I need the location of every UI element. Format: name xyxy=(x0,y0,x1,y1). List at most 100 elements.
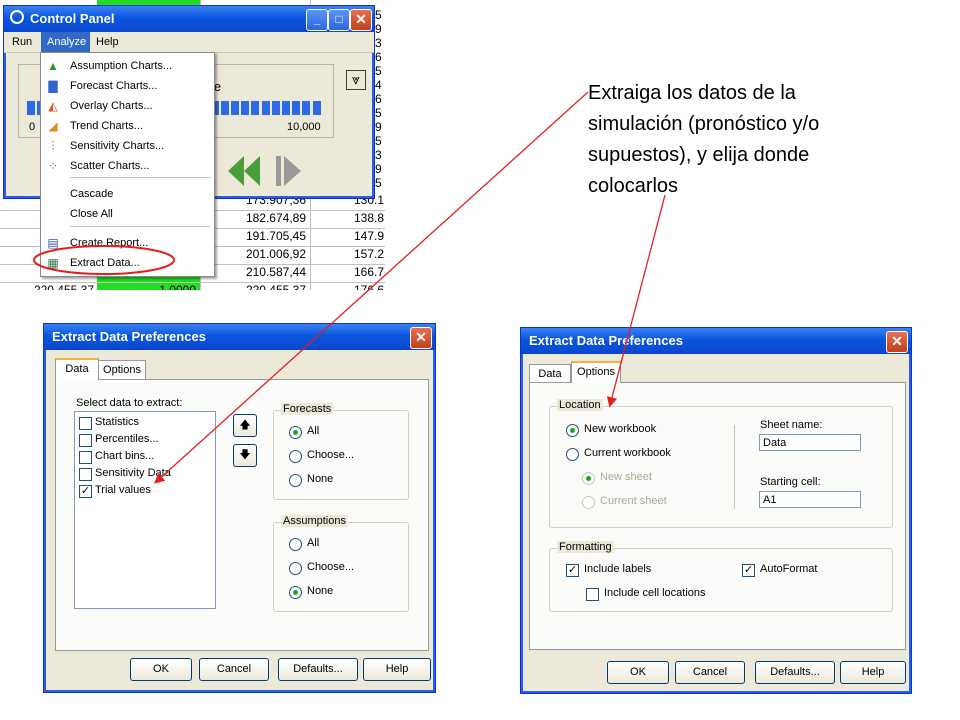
new-workbook-radio[interactable] xyxy=(566,424,579,437)
dialog-data-title: Extract Data Preferences xyxy=(52,329,206,344)
list-item-checkbox[interactable] xyxy=(79,451,92,464)
list-item-label: Chart bins... xyxy=(95,450,155,462)
menu-item-forecast-charts[interactable]: ▇ Forecast Charts... xyxy=(41,76,214,96)
minimize-icon[interactable]: _ xyxy=(306,9,328,31)
progress-segment xyxy=(27,101,35,115)
starting-cell-label: Starting cell: xyxy=(760,476,821,488)
radio-label: None xyxy=(307,473,334,485)
menu-analyze[interactable]: Analyze xyxy=(47,36,86,48)
progress-segment xyxy=(312,101,321,115)
expand-chevron-icon[interactable]: ⩔ xyxy=(346,70,366,90)
data-tab-panel: Select data to extract: Statistics Percen… xyxy=(55,379,429,651)
radio-label: Choose... xyxy=(307,449,355,461)
radio-choose[interactable] xyxy=(289,562,302,575)
menubar: Run Analyze Help xyxy=(4,32,374,53)
menu-separator xyxy=(70,177,210,178)
ok-button[interactable]: OK xyxy=(607,661,669,684)
table-cell: 9 xyxy=(375,120,382,134)
options-tab-panel: Location New workbook Current workbook N… xyxy=(529,382,906,650)
help-button[interactable]: Help xyxy=(840,661,906,684)
tab-data[interactable]: Data xyxy=(529,364,571,383)
menu-item-label: Trend Charts... xyxy=(70,120,143,132)
step-forward-icon[interactable] xyxy=(276,156,301,186)
cancel-button[interactable]: Cancel xyxy=(675,661,745,684)
menu-run[interactable]: Run xyxy=(12,36,32,48)
list-item-checkbox[interactable] xyxy=(79,434,92,447)
menu-item-scatter-charts[interactable]: ⁘ Scatter Charts... xyxy=(41,156,214,176)
defaults-button[interactable]: Defaults... xyxy=(278,658,358,681)
table-cell: 191.705,45 xyxy=(245,229,306,243)
radio-none[interactable] xyxy=(289,474,302,487)
dialog-options-title: Extract Data Preferences xyxy=(529,333,683,348)
menu-item-cascade[interactable]: Cascade xyxy=(41,184,214,204)
new-sheet-radio xyxy=(582,472,595,485)
dialog-data-titlebar: Extract Data Preferences ✕ xyxy=(44,324,435,350)
list-item-label: Sensitivity Data xyxy=(95,467,171,479)
radio-label: None xyxy=(307,585,334,597)
list-item-label: Trial values xyxy=(95,484,151,496)
defaults-button[interactable]: Defaults... xyxy=(755,661,835,684)
table-row: 220.455,37 1,0000 220.455,37 176.6 xyxy=(0,282,385,290)
ok-button[interactable]: OK xyxy=(130,658,192,681)
maximize-icon[interactable]: □ xyxy=(328,9,350,31)
radio-none[interactable] xyxy=(289,586,302,599)
tab-options[interactable]: Options xyxy=(98,360,146,379)
include-labels-checkbox[interactable]: ✓ xyxy=(566,564,579,577)
menu-item-label: Forecast Charts... xyxy=(70,80,158,92)
assumptions-label: Assumptions xyxy=(281,515,348,527)
forecasts-group: Forecasts All Choose... None xyxy=(273,403,409,500)
dialog-close-icon[interactable]: ✕ xyxy=(886,331,908,353)
forecasts-label: Forecasts xyxy=(281,403,334,415)
menu-item-close-all[interactable]: Close All xyxy=(41,204,214,224)
progress-segment xyxy=(231,101,239,115)
sheet-name-input[interactable]: Data xyxy=(759,434,861,451)
menu-item-label: Close All xyxy=(70,208,113,220)
menu-item-overlay-charts[interactable]: ◭ Overlay Charts... xyxy=(41,96,214,116)
new-workbook-label: New workbook xyxy=(584,423,657,435)
table-cell: 9 xyxy=(375,22,382,36)
menu-item-sensitivity-charts[interactable]: ⫶ Sensitivity Charts... xyxy=(41,136,214,156)
current-workbook-radio[interactable] xyxy=(566,448,579,461)
list-item-checkbox[interactable] xyxy=(79,417,92,430)
progress-segment xyxy=(302,101,311,115)
radio-label: All xyxy=(307,537,320,549)
menu-item-assumption-charts[interactable]: ▲ Assumption Charts... xyxy=(41,56,214,76)
radio-all[interactable] xyxy=(289,426,302,439)
menu-help[interactable]: Help xyxy=(96,36,119,48)
extract-data-dialog-data: Extract Data Preferences ✕ Data Options … xyxy=(43,323,436,693)
rewind-icon[interactable] xyxy=(228,156,260,186)
progress-segment xyxy=(251,101,260,115)
autoformat-checkbox[interactable]: ✓ xyxy=(742,564,755,577)
list-item-checkbox[interactable]: ✓ xyxy=(79,485,92,498)
radio-choose[interactable] xyxy=(289,450,302,463)
table-cell: 166.7 xyxy=(354,265,385,279)
move-down-button[interactable]: 🡇 xyxy=(233,444,257,467)
table-cell: 210.587,44 xyxy=(245,265,306,279)
cancel-button[interactable]: Cancel xyxy=(199,658,269,681)
help-button[interactable]: Help xyxy=(363,658,431,681)
menu-item-label: Overlay Charts... xyxy=(70,100,153,112)
new-sheet-label: New sheet xyxy=(600,471,652,483)
scatter-chart-icon: ⁘ xyxy=(47,159,59,173)
menu-item-label: Scatter Charts... xyxy=(70,160,150,172)
formatting-label: Formatting xyxy=(557,541,614,553)
table-cell: 6 xyxy=(375,50,382,64)
move-up-button[interactable]: 🡅 xyxy=(233,414,257,437)
select-data-label: Select data to extract: xyxy=(76,397,183,409)
list-item-checkbox[interactable] xyxy=(79,468,92,481)
table-cell: 5 xyxy=(375,106,382,120)
trend-chart-icon: ◢ xyxy=(48,119,58,133)
table-cell: 3 xyxy=(375,148,382,162)
table-cell: 4 xyxy=(375,78,382,92)
table-cell: 3 xyxy=(375,36,382,50)
radio-all[interactable] xyxy=(289,538,302,551)
dialog-close-icon[interactable]: ✕ xyxy=(410,327,432,349)
close-icon[interactable]: ✕ xyxy=(350,9,372,31)
menu-item-trend-charts[interactable]: ◢ Trend Charts... xyxy=(41,116,214,136)
extract-data-highlight xyxy=(33,245,175,275)
tab-data[interactable]: Data xyxy=(55,358,99,380)
tab-options[interactable]: Options xyxy=(571,361,621,383)
include-cell-locations-checkbox[interactable] xyxy=(586,588,599,601)
starting-cell-input[interactable]: A1 xyxy=(759,491,861,508)
table-cell: 220.455,37 xyxy=(245,283,306,290)
